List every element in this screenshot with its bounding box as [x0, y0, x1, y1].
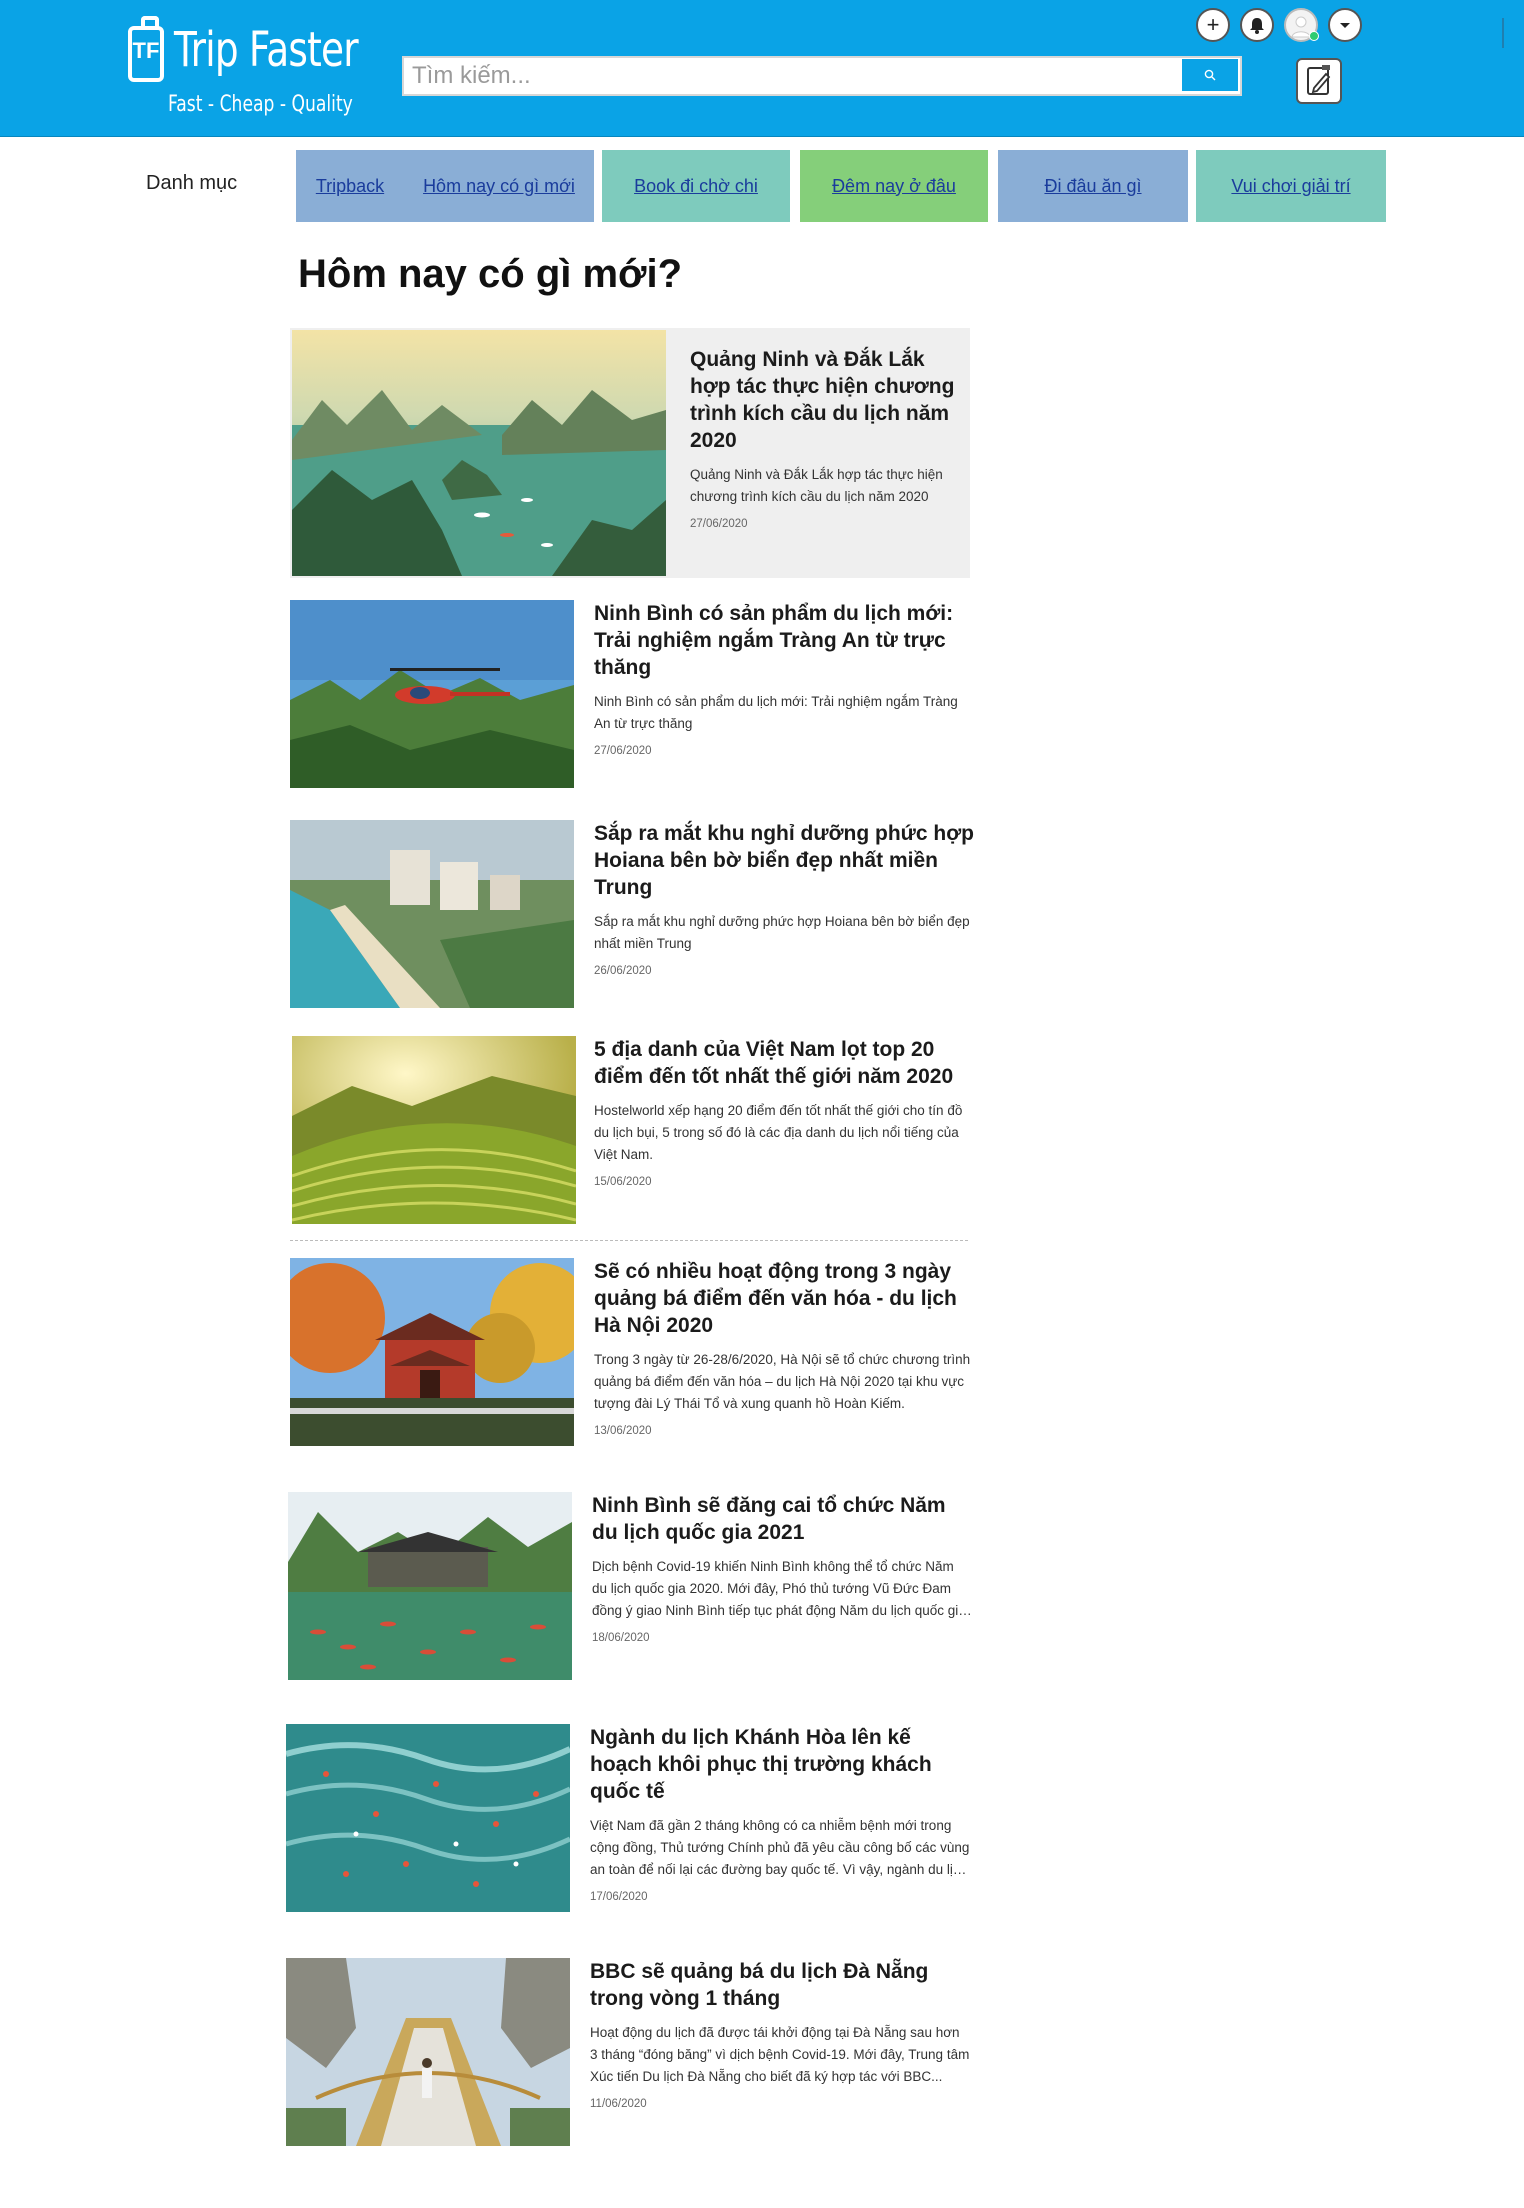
- article-date: 27/06/2020: [690, 518, 748, 530]
- suitcase-icon: TF: [128, 16, 164, 82]
- plus-icon: +: [1206, 12, 1220, 37]
- article-text: Sẽ có nhiều hoạt động trong 3 ngày quảng…: [594, 1258, 974, 1437]
- article-date: 15/06/2020: [594, 1176, 652, 1188]
- helicopter-over-mountains-image[interactable]: [290, 600, 574, 788]
- featured-article[interactable]: Quảng Ninh và Đắk Lắk hợp tác thực hiện …: [290, 328, 970, 578]
- category-label: Danh mục: [146, 172, 238, 194]
- article-description: Việt Nam đã gần 2 tháng không có ca nhiễ…: [590, 1818, 970, 1877]
- article-date: 17/06/2020: [590, 1891, 648, 1903]
- chevron-down-icon: [1340, 23, 1350, 28]
- rice-terraces-image[interactable]: [292, 1036, 576, 1224]
- article-date: 18/06/2020: [592, 1632, 650, 1644]
- trang-an-boats-image[interactable]: [288, 1492, 572, 1680]
- article-date: 26/06/2020: [594, 965, 652, 977]
- article-text: Sắp ra mắt khu nghỉ dưỡng phức hợp Hoian…: [594, 820, 974, 977]
- page-title: Hôm nay có gì mới?: [298, 252, 683, 296]
- tab-di-dau-an-gi[interactable]: Đi đâu ăn gì: [998, 150, 1188, 222]
- header-edge-divider: [1502, 18, 1504, 48]
- article-title[interactable]: 5 địa danh của Việt Nam lọt top 20 điểm …: [594, 1036, 974, 1090]
- article-title[interactable]: Sẽ có nhiều hoạt động trong 3 ngày quảng…: [594, 1258, 974, 1339]
- search-bar: [402, 56, 1242, 96]
- logo-tagline: Fast - Cheap - Quality: [168, 92, 353, 117]
- article-description: Hostelworld xếp hạng 20 điểm đến tốt nhấ…: [594, 1103, 963, 1162]
- article-title[interactable]: Ninh Bình sẽ đăng cai tổ chức Năm du lịc…: [592, 1492, 972, 1546]
- article-title[interactable]: Ngành du lịch Khánh Hòa lên kế hoạch khô…: [590, 1724, 970, 1805]
- tab-label: Hôm nay có gì mới: [423, 175, 575, 196]
- article-date: 27/06/2020: [594, 745, 652, 757]
- logo-title: Trip Faster: [174, 22, 359, 78]
- article-card[interactable]: Ninh Bình có sản phẩm du lịch mới: Trải …: [290, 600, 970, 790]
- search-button[interactable]: [1182, 59, 1238, 91]
- write-post-icon: [1307, 65, 1331, 95]
- site-header: TF Trip Faster Fast - Cheap - Quality +: [0, 0, 1524, 137]
- golden-bridge-image[interactable]: [286, 1958, 570, 2146]
- account-menu-button[interactable]: [1328, 8, 1362, 42]
- tab-vui-choi-giai-tri[interactable]: Vui chơi giải trí: [1196, 150, 1386, 222]
- site-logo[interactable]: TF Trip Faster Fast - Cheap - Quality: [128, 16, 368, 120]
- tab-label: Đêm nay ở đâu: [832, 175, 956, 196]
- featured-article-text: Quảng Ninh và Đắk Lắk hợp tác thực hiện …: [690, 346, 958, 530]
- tab-dem-nay-o-dau[interactable]: Đêm nay ở đâu: [800, 150, 988, 222]
- article-text: BBC sẽ quảng bá du lịch Đà Nẵng trong vò…: [590, 1958, 970, 2110]
- tab-book-di-cho-chi[interactable]: Book đi chờ chi: [602, 150, 790, 222]
- article-title[interactable]: BBC sẽ quảng bá du lịch Đà Nẵng trong vò…: [590, 1958, 970, 2012]
- article-text: 5 địa danh của Việt Nam lọt top 20 điểm …: [594, 1036, 974, 1188]
- article-card[interactable]: Sẽ có nhiều hoạt động trong 3 ngày quảng…: [290, 1258, 970, 1448]
- swimmers-in-sea-image[interactable]: [286, 1724, 570, 1912]
- add-button[interactable]: +: [1196, 8, 1230, 42]
- article-card[interactable]: BBC sẽ quảng bá du lịch Đà Nẵng trong vò…: [286, 1958, 970, 2148]
- avatar[interactable]: [1284, 8, 1319, 42]
- tab-label: Book đi chờ chi: [634, 175, 758, 196]
- article-text: Ninh Bình có sản phẩm du lịch mới: Trải …: [594, 600, 974, 757]
- search-icon: [1204, 69, 1216, 81]
- tab-hom-nay-co-gi-moi[interactable]: Hôm nay có gì mới: [404, 150, 594, 222]
- article-card[interactable]: Ninh Bình sẽ đăng cai tổ chức Năm du lịc…: [288, 1492, 972, 1682]
- bell-icon: [1250, 18, 1264, 34]
- user-silhouette-icon: [1291, 16, 1311, 38]
- article-text: Ngành du lịch Khánh Hòa lên kế hoạch khô…: [590, 1724, 970, 1903]
- beach-resort-image[interactable]: [290, 820, 574, 1008]
- article-date: 13/06/2020: [594, 1425, 652, 1437]
- tab-label: Tripback: [315, 175, 385, 196]
- ha-long-bay-image[interactable]: [292, 330, 666, 576]
- temple-of-literature-image[interactable]: [290, 1258, 574, 1446]
- article-description: Sắp ra mắt khu nghỉ dưỡng phức hợp Hoian…: [594, 914, 970, 951]
- write-post-button[interactable]: [1296, 58, 1342, 104]
- article-text: Ninh Bình sẽ đăng cai tổ chức Năm du lịc…: [592, 1492, 972, 1644]
- article-description: Dịch bệnh Covid-19 khiến Ninh Bình không…: [592, 1559, 966, 1618]
- notifications-button[interactable]: [1240, 8, 1274, 42]
- article-title[interactable]: Quảng Ninh và Đắk Lắk hợp tác thực hiện …: [690, 346, 958, 454]
- tab-label: Đi đâu ăn gì: [1044, 175, 1142, 196]
- article-title[interactable]: Sắp ra mắt khu nghỉ dưỡng phức hợp Hoian…: [594, 820, 974, 901]
- logo-mark: TF: [132, 38, 160, 63]
- article-title[interactable]: Ninh Bình có sản phẩm du lịch mới: Trải …: [594, 600, 974, 681]
- article-card[interactable]: Sắp ra mắt khu nghỉ dưỡng phức hợp Hoian…: [290, 820, 974, 1010]
- article-date: 11/06/2020: [590, 2098, 647, 2110]
- article-description: Hoạt động du lịch đã được tái khởi động …: [590, 2025, 970, 2084]
- tab-label: Vui chơi giải trí: [1231, 175, 1351, 196]
- tab-tripback[interactable]: Tripback: [296, 150, 404, 222]
- article-card[interactable]: 5 địa danh của Việt Nam lọt top 20 điểm …: [290, 1036, 970, 1226]
- search-input[interactable]: [404, 58, 1180, 94]
- article-description: Trong 3 ngày từ 26-28/6/2020, Hà Nội sẽ …: [594, 1352, 971, 1411]
- section-divider: [290, 1240, 968, 1241]
- article-description: Quảng Ninh và Đắk Lắk hợp tác thực hiện …: [690, 467, 943, 504]
- article-description: Ninh Bình có sản phẩm du lịch mới: Trải …: [594, 694, 958, 731]
- article-card[interactable]: Ngành du lịch Khánh Hòa lên kế hoạch khô…: [286, 1724, 970, 1914]
